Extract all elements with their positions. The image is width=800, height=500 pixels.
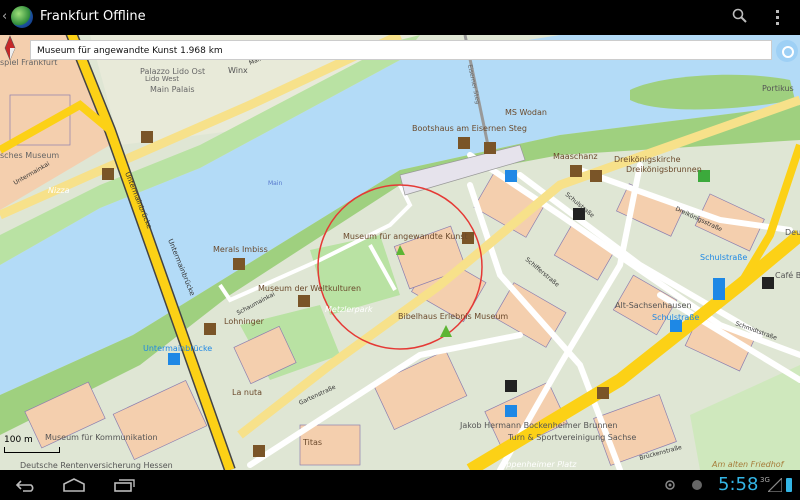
label: Metzlerpark [325,305,373,314]
label: La nuta [232,388,262,397]
label: Jakob Hermann Bockenheimer Brunnen [459,421,617,430]
museum-icon [298,295,310,307]
system-nav-bar: 5:58 3G [0,470,800,500]
label: Schulstraße [700,253,747,262]
label: Dreikönigsbrunnen [626,165,702,174]
scale-label: 100 m [4,435,33,445]
label: sches Museum [0,151,59,160]
label: Portikus [762,84,794,93]
label: Bootshaus am Eisernen Steg [412,124,527,133]
signal-icon [768,478,782,492]
friedhof-area [690,365,800,470]
attraction-star-icon [484,142,496,154]
action-bar: ‹ Frankfurt Offline [0,0,800,36]
battery-icon [786,478,792,492]
label: Café Br [775,270,800,280]
tram-stop-icon-2 [713,288,725,300]
label: Alt-Sachsenhausen [615,301,692,310]
restaurant-icon [458,137,470,149]
label: Turn & Sportvereinigung Sachse [507,433,636,442]
app-title: Frankfurt Offline [40,9,146,24]
label: Museum für angewandte Kunst [343,232,468,241]
label: Winx [228,66,248,75]
info-icon [102,168,114,180]
label: Schifferstraße [524,256,561,289]
overflow-menu-icon[interactable] [776,10,780,26]
label: Lido West [145,75,179,83]
label: Deutsche Rentenversicherung Hessen [20,461,173,470]
bench-icon [141,131,153,143]
restaurant-icon-4 [253,445,265,457]
label: MS Wodan [505,108,547,117]
label: Main Palais [150,85,195,94]
label: Museum für Kommunikation [45,433,158,442]
my-location-button[interactable] [776,40,798,62]
info-icon-2 [204,323,216,335]
gps-icon [665,480,675,490]
bus-stop-icon [168,353,180,365]
bus-stop-icon-3 [505,405,517,417]
label: Schulstraße [652,313,699,322]
fastfood-icon [233,258,245,270]
label: Bibelhaus Erlebnis Museum [398,312,508,321]
recent-apps-icon[interactable] [113,478,137,492]
river-label: Main [268,180,283,187]
label: Nizza [48,186,70,195]
map-canvas[interactable]: Palazzo Lido Ost Lido West Main Palais M… [0,35,800,470]
label: Dreikönigskirche [614,155,681,164]
label: Titas [302,438,322,447]
app-globe-icon[interactable] [11,6,33,28]
label: Am alten Friedhof [711,460,785,469]
label: Deu [785,228,800,237]
compass-icon[interactable] [0,35,20,61]
bar-icon [590,170,602,182]
label: Oppenheimer Platz [500,460,577,469]
destination-bar[interactable]: Museum für angewandte Kunst 1.968 km [30,40,772,60]
label: Lohninger [224,317,265,326]
bus-stop-icon-2 [505,170,517,182]
map-view[interactable]: Palazzo Lido Ost Lido West Main Palais M… [0,35,800,470]
label: Merals Imbiss [213,245,268,254]
nightclub-icon [505,380,517,392]
label: Museum der Weltkulturen [258,284,361,293]
restaurant-icon-2 [570,165,582,177]
label: Untermainbrücke [143,344,212,353]
sync-icon [692,480,702,490]
back-icon[interactable] [15,478,39,492]
label: Maaschanz [553,152,598,161]
home-icon[interactable] [62,478,86,492]
search-icon[interactable] [732,8,748,24]
scale-bar-line [4,447,60,453]
scale-bar: 100 m [4,435,60,453]
clock: 5:58 [718,474,759,495]
restaurant-icon-3 [597,387,609,399]
back-chevron-icon[interactable]: ‹ [2,9,7,24]
church-icon-2 [762,277,774,289]
